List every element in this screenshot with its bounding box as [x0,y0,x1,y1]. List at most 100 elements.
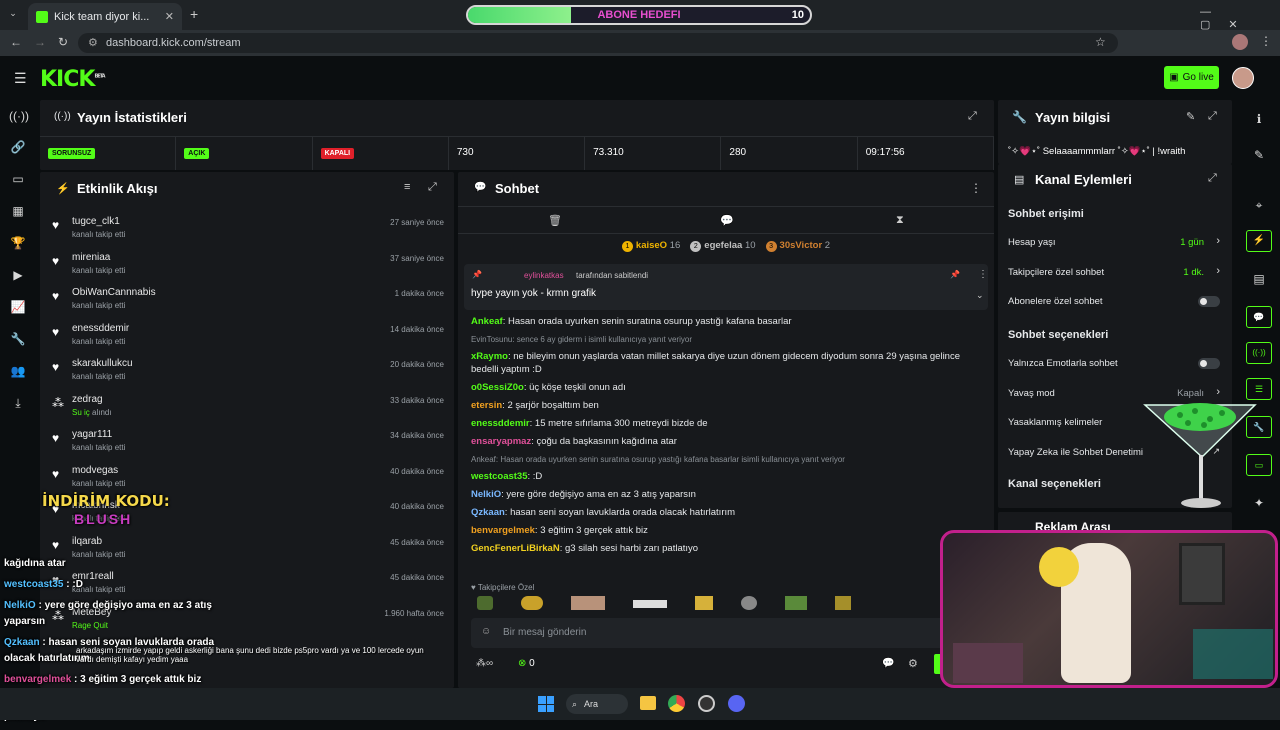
wrench-icon[interactable]: 🔧 [9,330,27,348]
toggle-switch[interactable] [1198,358,1220,369]
setting-row[interactable]: Takipçilere özel sohbet 1 dk. › [998,258,1232,288]
chrome-icon[interactable] [668,695,685,712]
go-live-button[interactable]: ▣ Go live [1164,66,1219,89]
toggle-switch[interactable] [1198,296,1220,307]
chat-username[interactable]: benvargelmek [471,525,535,536]
new-tab-button[interactable]: + [190,6,198,22]
activity-user[interactable]: enessddemir [72,323,129,334]
chat-username[interactable]: xRaymo [471,351,508,362]
window-icon[interactable]: ▭ [9,170,27,188]
top-chatter[interactable]: 1 kaiseO 16 [621,240,680,252]
popout-icon[interactable]: ⤢ [1208,110,1217,123]
pencil-icon[interactable]: ✎ [1250,146,1268,164]
window-controls[interactable]: —▢✕ [1200,6,1280,31]
hourglass-icon[interactable]: ⧗ [896,214,904,227]
channel-options-heading[interactable]: Kanal seçenekleri [1008,478,1101,490]
chat-username[interactable]: Qzkaan [471,507,505,518]
bookmark-star-icon[interactable]: ☆ [1095,35,1106,49]
chat-tool-icon[interactable]: 💬 [1246,306,1272,328]
chat-settings-icon[interactable]: ⚙ [908,657,918,670]
popout-icon[interactable]: ⤢ [428,181,437,194]
activity-user[interactable]: skarakullukcu [72,358,133,369]
tab-search-icon[interactable]: ⌄ [6,8,20,22]
activity-user[interactable]: modvegas [72,465,118,476]
setting-row[interactable]: Hesap yaşı 1 gün › [998,228,1232,258]
emote-bar[interactable] [471,596,981,614]
top-chatter[interactable]: 3 30sVictor 2 [765,240,830,252]
stream-icon[interactable]: ((·)) [9,107,29,125]
tab-close-icon[interactable]: ✕ [165,10,174,23]
filter-icon[interactable]: ≡ [404,181,410,193]
chat-menu-icon[interactable]: ⋮ [970,181,982,195]
forward-icon[interactable]: → [34,35,46,49]
emote[interactable] [633,600,667,608]
activity-user[interactable]: zedrag [72,394,103,405]
emote[interactable] [571,596,605,610]
top-chatter[interactable]: 2 egefelaa 10 [690,240,756,252]
download-icon[interactable]: ⤓ [9,394,27,412]
profile-avatar-icon[interactable] [1232,34,1248,50]
chat-username[interactable]: GencFenerLiBirkaN [471,543,560,554]
expand-chevron-icon[interactable]: ⌄ [976,290,984,301]
chat-username[interactable]: westcoast35 [471,471,528,482]
overlay-text: :D [72,579,83,590]
chat-username[interactable]: NelkiO [471,489,501,500]
analytics-icon[interactable]: ▦ [9,202,27,220]
reload-icon[interactable]: ↻ [58,35,68,49]
file-explorer-icon[interactable] [640,696,656,710]
setting-row[interactable]: Abonelere özel sohbet [998,287,1232,317]
url-field[interactable]: ⚙ dashboard.kick.com/stream [78,33,1118,53]
activity-user[interactable]: yagar111 [72,429,112,440]
bolt-tool-icon[interactable]: ⚡ [1246,230,1272,252]
chat-username[interactable]: enessddemir [471,418,530,429]
emote[interactable] [521,596,543,610]
taskbar-search[interactable]: ⌕ Ara [566,694,628,714]
chat-username[interactable]: o0SessiZ0o [471,382,524,393]
emote[interactable] [695,596,713,610]
chat-username[interactable]: Ankeaf [471,316,503,327]
broadcast-tool-icon[interactable]: ((·)) [1246,342,1272,364]
activity-user[interactable]: ObiWanCannnabis [72,287,156,298]
emote[interactable] [835,596,851,610]
chart-icon[interactable]: 📈 [9,298,27,316]
activity-user[interactable]: ilqarab [72,536,102,547]
chat-username[interactable]: etersin [471,400,502,411]
video-icon[interactable]: ▶ [9,266,27,284]
points-icon: ⊗ [518,658,527,669]
discord-icon[interactable] [728,695,745,712]
chat-bubble-icon[interactable]: 💬 [882,658,894,669]
emote[interactable] [785,596,807,610]
activity-user[interactable]: tugce_clk1 [72,216,120,227]
user-avatar[interactable] [1232,67,1254,89]
message-icon[interactable]: 💬 [720,214,734,227]
kick-logo[interactable]: KICKBETA [40,67,106,92]
emote[interactable] [477,596,493,610]
chat-input[interactable]: ☺ Bir mesaj gönderin [471,618,981,648]
focus-icon[interactable]: ⌖ [1250,196,1268,214]
windows-start-icon[interactable] [538,696,554,712]
trophy-icon[interactable]: 🏆 [9,234,27,252]
chat-username[interactable]: ensaryapmaz [471,436,531,447]
document-icon[interactable]: ▤ [1250,270,1268,288]
emoji-picker-icon[interactable]: ☺ [481,626,491,637]
site-info-icon[interactable]: ⚙ [88,33,98,53]
unpin-icon[interactable]: 📌 [950,270,960,279]
popout-icon[interactable]: ⤢ [968,110,977,123]
chat-users-icon[interactable]: ⁂∞ [476,658,493,669]
obs-icon[interactable] [698,695,715,712]
browser-menu-icon[interactable]: ⋮ [1260,34,1272,48]
activity-user[interactable]: mireniaa [72,252,110,263]
browser-tab[interactable]: Kick team diyor ki... ✕ [28,3,182,30]
info-icon[interactable]: ℹ [1250,110,1268,128]
link-icon[interactable]: 🔗 [9,138,27,156]
popout-icon[interactable]: ⤢ [1208,172,1217,185]
back-icon[interactable]: ← [10,35,22,49]
users-icon[interactable]: 👥 [9,362,27,380]
setting-row[interactable]: Yalnızca Emotlarla sohbet [998,349,1232,379]
trash-icon[interactable]: 🗑 [548,214,562,227]
channel-points[interactable]: ⊗ 0 [518,658,535,669]
emote[interactable] [741,596,757,610]
edit-icon[interactable]: ✎ [1186,110,1195,123]
pinned-menu-icon[interactable]: ⋮ [978,269,988,280]
hamburger-menu-icon[interactable]: ☰ [14,70,27,87]
